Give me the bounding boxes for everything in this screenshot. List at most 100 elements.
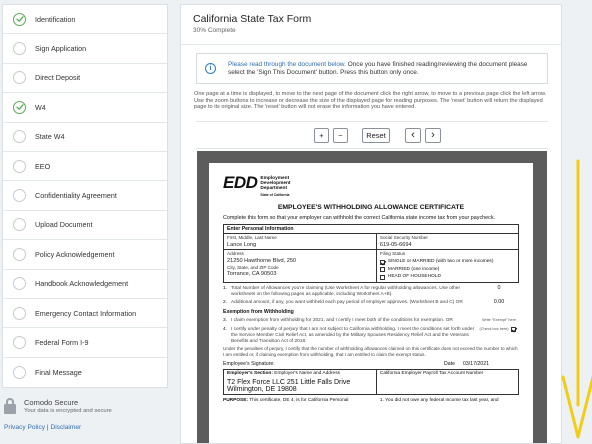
- employer-city-field[interactable]: Wilmington, DE 19808: [227, 386, 373, 393]
- step-label: Federal Form I-9: [35, 337, 89, 347]
- purpose-text: This certificate, DE 4, is for Californi…: [248, 398, 349, 404]
- filing-status-label: Filing Status: [379, 251, 406, 257]
- secure-title: Comodo Secure: [24, 398, 79, 407]
- step-item-handbook-acknowledgement[interactable]: Handbook Acknowledgement: [3, 270, 167, 299]
- step-item-state-w4[interactable]: State W4: [3, 123, 167, 152]
- additional-amount-field[interactable]: 0.00: [479, 300, 519, 306]
- empty-circle-icon: [13, 130, 26, 144]
- previous-page-button[interactable]: ‹: [405, 127, 421, 143]
- step-label: State W4: [35, 132, 65, 142]
- empty-circle-icon: [13, 218, 26, 232]
- step-label: Sign Application: [35, 44, 87, 54]
- step-item-federal-form-i-9[interactable]: Federal Form I-9: [3, 328, 167, 358]
- step-item-emergency-contact-information[interactable]: Emergency Contact Information: [3, 299, 167, 329]
- city-label: City, State, and ZIP Code: [227, 264, 279, 270]
- exempt-field[interactable]: Write "Exempt" here: [479, 318, 519, 324]
- edd-logo-mark: EDD: [223, 173, 258, 192]
- page-title: California State Tax Form: [193, 13, 312, 25]
- penalty-statement: Under the penalties of perjury, I certif…: [223, 346, 518, 357]
- step-label: EEO: [35, 161, 51, 171]
- document-viewer[interactable]: EDD Employment Development Department St…: [197, 151, 547, 443]
- date-label: Date: [444, 361, 455, 368]
- step-item-direct-deposit[interactable]: Direct Deposit: [3, 64, 167, 94]
- ssn-field[interactable]: 619-05-6694: [380, 242, 515, 249]
- step-label: Final Message: [35, 367, 82, 377]
- filing-single-checkbox[interactable]: [379, 259, 385, 265]
- date-field[interactable]: 03/17/2021: [463, 361, 519, 367]
- empty-circle-icon: [13, 247, 26, 261]
- edd-state: State of California: [260, 192, 290, 197]
- city-field[interactable]: Torrance, CA 90503: [227, 271, 373, 278]
- viewer-instructions: One page at a time is displayed, to move…: [194, 91, 547, 111]
- military-checkbox-label: (Check box here): [479, 326, 509, 331]
- filing-option: MARRIED (one income): [387, 266, 440, 272]
- step-label: W4: [35, 102, 46, 112]
- next-page-button[interactable]: ›: [425, 127, 441, 143]
- empty-circle-icon: [13, 306, 26, 320]
- disclaimer-link[interactable]: Disclaimer: [50, 424, 81, 431]
- empty-circle-icon: [13, 189, 26, 203]
- step-label: Handbook Acknowledgement: [35, 279, 129, 289]
- purpose-label: PURPOSE:: [223, 398, 249, 404]
- purpose-right-text: 1. You did not owe any federal income ta…: [379, 398, 499, 404]
- employer-section-label: Employer's Section:: [227, 371, 273, 377]
- lock-icon: [4, 398, 16, 414]
- comodo-secure-badge: Comodo Secure Your data is encrypted and…: [4, 398, 112, 414]
- progress-text: 30% Complete: [193, 27, 236, 34]
- filing-option: HEAD OF HOUSEHOLD: [387, 274, 441, 280]
- edd-line-3: Department: [260, 186, 288, 192]
- exemption-heading: Exemption from Withholding: [223, 309, 294, 316]
- sidebar: Identification Sign Application Direct Dep…: [0, 0, 170, 444]
- check-circle-icon: [13, 12, 26, 26]
- step-item-w4[interactable]: W4: [3, 93, 167, 123]
- step-label: Direct Deposit: [35, 73, 81, 83]
- allowances-field[interactable]: 0: [479, 285, 519, 298]
- zoom-in-button[interactable]: +: [314, 127, 329, 143]
- employer-name-field[interactable]: T2 Flex Force LLC 251 Little Falls Drive: [227, 379, 373, 386]
- main-panel: California State Tax Form 30% Complete i…: [180, 4, 562, 444]
- step-label: Upload Document: [35, 220, 93, 230]
- employer-account-label: California Employer Payroll Tax Account …: [379, 371, 484, 377]
- employer-section: Employer's Section: Employer's Name and …: [223, 370, 519, 396]
- signature-label: Employee's Signature:: [223, 361, 275, 368]
- purpose-row: PURPOSE: This certificate, DE 4, is for …: [223, 398, 519, 403]
- step-item-identification[interactable]: Identification: [3, 5, 167, 35]
- employer-name-label: Employer's Name and Address: [274, 371, 340, 377]
- viewer-toolbar: + − Reset ‹ ›: [196, 121, 548, 149]
- step-item-policy-acknowledgement[interactable]: Policy Acknowledgement: [3, 240, 167, 270]
- step-label: Policy Acknowledgement: [35, 249, 115, 259]
- info-icon: i: [205, 63, 216, 74]
- privacy-policy-link[interactable]: Privacy Policy: [4, 424, 45, 431]
- step-label: Identification: [35, 14, 76, 24]
- signature-field[interactable]: [275, 361, 444, 367]
- link-separator: |: [46, 424, 49, 431]
- name-field[interactable]: Lance Long: [227, 242, 373, 249]
- ssn-label: Social Security Number: [379, 235, 428, 241]
- military-checkbox[interactable]: [510, 326, 516, 332]
- filing-hoh-checkbox[interactable]: [379, 274, 385, 280]
- address-field[interactable]: 21250 Hawthorne Blvd, 250: [227, 258, 373, 265]
- step-list: Identification Sign Application Direct Dep…: [2, 4, 168, 389]
- name-label: First, Middle, Last Name: [227, 235, 277, 241]
- edd-logo: EDD Employment Development Department St…: [223, 173, 519, 198]
- step-item-confidentiality-agreement[interactable]: Confidentiality Agreement: [3, 181, 167, 211]
- document-page: EDD Employment Development Department St…: [209, 163, 533, 443]
- zoom-out-button[interactable]: −: [333, 127, 348, 143]
- empty-circle-icon: [13, 159, 26, 173]
- signature-row: Employee's Signature: Date 03/17/2021: [223, 361, 519, 371]
- step-label: Emergency Contact Information: [35, 308, 137, 318]
- personal-info-heading: Enter Personal Information: [224, 225, 518, 235]
- filing-option: SINGLE or MARRIED (with two or more inco…: [387, 259, 494, 264]
- step-item-final-message[interactable]: Final Message: [3, 358, 167, 387]
- empty-circle-icon: [13, 365, 26, 379]
- step-item-upload-document[interactable]: Upload Document: [3, 211, 167, 241]
- exempt-line: 3. I claim exemption from withholding fo…: [223, 318, 519, 324]
- filing-married-checkbox[interactable]: [379, 267, 385, 273]
- step-item-sign-application[interactable]: Sign Application: [3, 34, 167, 64]
- empty-circle-icon: [13, 277, 26, 291]
- secure-subtitle: Your data is encrypted and secure: [24, 408, 112, 414]
- address-label: Address: [227, 251, 244, 257]
- step-item-eeo[interactable]: EEO: [3, 152, 167, 182]
- military-line: 4. I certify under penalty of perjury th…: [223, 326, 519, 344]
- reset-button[interactable]: Reset: [362, 127, 390, 143]
